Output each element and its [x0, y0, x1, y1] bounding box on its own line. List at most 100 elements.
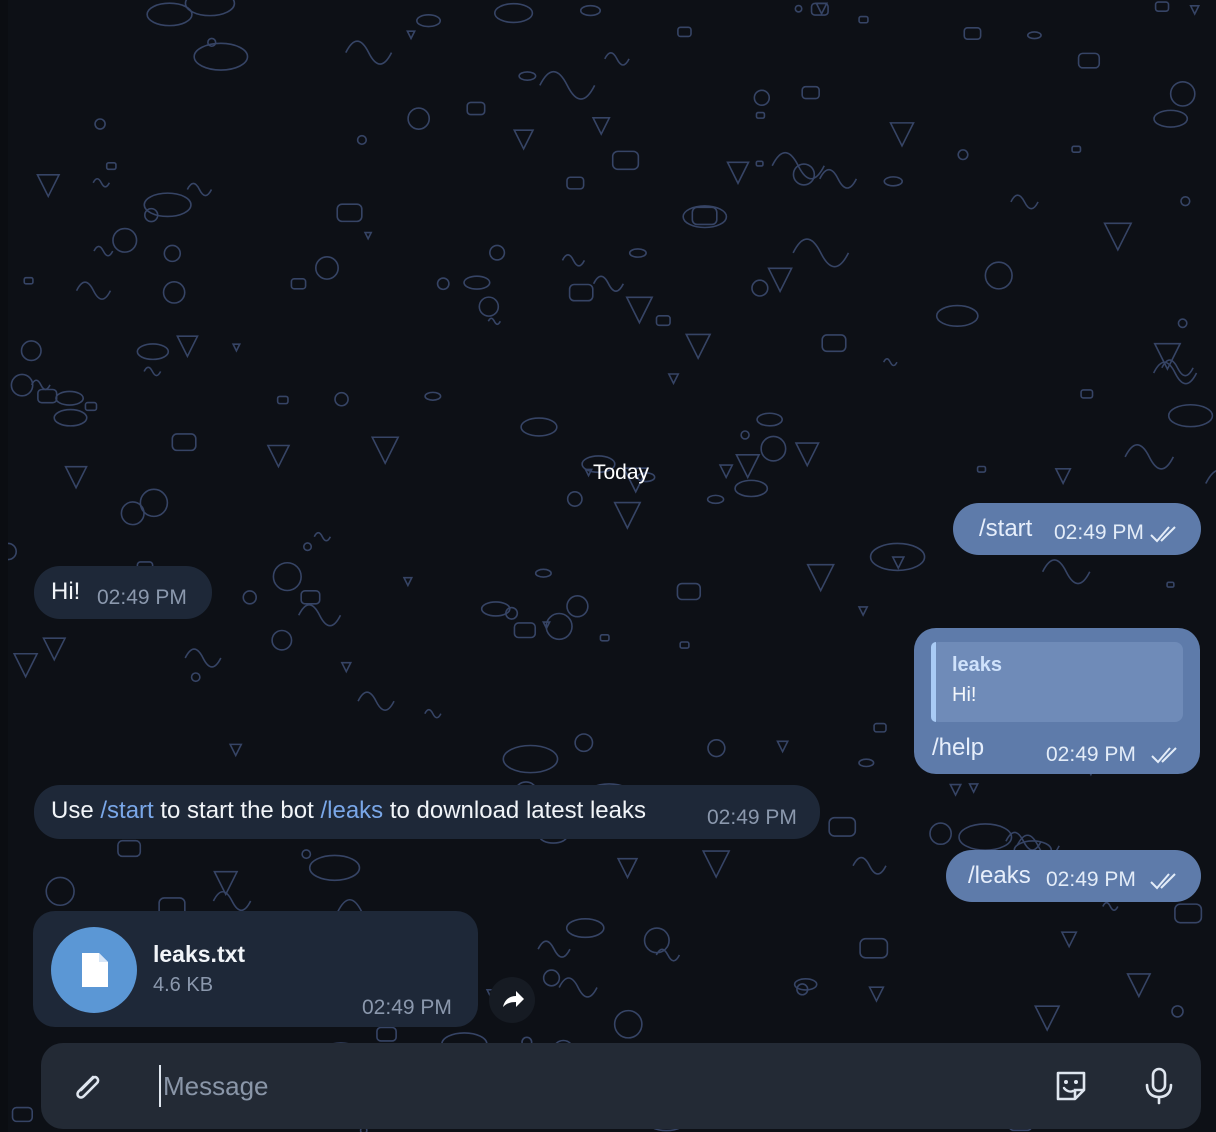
message-input[interactable] — [159, 1065, 1045, 1107]
doodle-shape — [424, 391, 442, 401]
incoming-file-message[interactable]: leaks.txt 4.6 KB 02:49 PM — [33, 911, 478, 1027]
doodle-shape — [655, 315, 671, 327]
doodle-shape — [968, 783, 980, 794]
message-text: /leaks — [968, 862, 1031, 889]
doodle-shape — [891, 556, 906, 570]
chat-background: Today /start 02:49 PM Hi! 02:49 PM leaks… — [8, 0, 1216, 1132]
document-icon — [82, 953, 108, 987]
doodle-shape — [819, 168, 858, 189]
read-checkmarks-icon — [1150, 873, 1176, 890]
doodle-shape — [42, 637, 67, 662]
reply-accent-bar — [931, 642, 936, 722]
doodle-shape — [36, 174, 61, 199]
command-link-leaks[interactable]: /leaks — [320, 797, 383, 824]
doodle-shape — [84, 401, 98, 412]
doodle-shape — [579, 4, 601, 17]
doodle-shape — [12, 652, 39, 679]
doodle-shape — [771, 151, 825, 180]
doodle-shape — [1126, 973, 1152, 999]
text-part: Use — [51, 797, 101, 824]
doodle-shape — [776, 740, 790, 754]
incoming-message[interactable]: Hi! 02:49 PM — [34, 566, 212, 619]
doodle-shape — [513, 622, 537, 639]
doodle-shape — [957, 149, 969, 161]
forward-button[interactable] — [489, 977, 535, 1023]
doodle-shape — [545, 612, 573, 641]
message-composer — [41, 1043, 1201, 1129]
doodle-shape — [1060, 931, 1078, 949]
reply-quote[interactable]: leaks Hi! — [931, 642, 1183, 722]
doodle-shape — [212, 890, 252, 912]
doodle-shape — [868, 986, 885, 1003]
doodle-shape — [873, 722, 887, 733]
doodle-shape — [684, 333, 712, 361]
doodle-shape — [424, 708, 442, 719]
message-text: /help — [932, 734, 985, 761]
file-download-button[interactable] — [51, 927, 137, 1013]
file-size: 4.6 KB — [153, 974, 214, 996]
attach-button[interactable] — [63, 1063, 109, 1109]
file-name[interactable]: leaks.txt — [153, 941, 245, 968]
outgoing-message[interactable]: /start 02:49 PM — [953, 503, 1201, 555]
incoming-message[interactable]: Use /start to start the bot /leaks to do… — [34, 785, 820, 839]
doodle-shape — [767, 267, 793, 294]
doodle-shape — [1080, 389, 1094, 399]
voice-record-button[interactable] — [1137, 1063, 1181, 1109]
doodle-shape — [882, 358, 898, 367]
doodle-shape — [146, 2, 193, 27]
doodle-shape — [566, 176, 585, 190]
doodle-shape — [1103, 222, 1133, 252]
doodle-shape — [271, 629, 293, 651]
doodle-shape — [487, 317, 502, 326]
doodle-shape — [357, 691, 395, 711]
doodle-shape — [193, 42, 249, 71]
microphone-icon — [1145, 1067, 1173, 1105]
doodle-shape — [1071, 145, 1082, 153]
message-time: 02:49 PM — [1046, 868, 1136, 891]
doodle-shape — [363, 231, 373, 241]
doodle-shape — [308, 854, 361, 882]
doodle-shape — [300, 590, 321, 605]
message-text: /start — [979, 515, 1033, 542]
doodle-shape — [592, 275, 625, 292]
doodle-shape — [984, 261, 1013, 290]
doodle-shape — [1041, 559, 1091, 585]
outgoing-reply-message[interactable]: leaks Hi! /help 02:49 PM — [914, 628, 1200, 774]
doodle-shape — [815, 2, 829, 16]
doodle-shape — [643, 927, 670, 954]
doodle-shape — [1153, 109, 1189, 128]
doodle-shape — [518, 71, 537, 81]
sticker-button[interactable] — [1049, 1064, 1093, 1108]
doodle-shape — [707, 738, 726, 758]
doodle-shape — [1180, 196, 1191, 207]
doodle-shape — [625, 296, 654, 325]
doodle-shape — [53, 408, 88, 427]
doodle-shape — [679, 641, 690, 649]
doodle-shape — [1174, 903, 1203, 924]
doodle-shape — [30, 379, 51, 391]
doodle-shape — [207, 37, 217, 48]
doodle-shape — [677, 26, 692, 38]
doodle-shape — [718, 464, 734, 480]
doodle-shape — [184, 648, 222, 668]
doodle-shape — [478, 296, 500, 317]
doodle-shape — [558, 977, 598, 998]
doodle-shape — [1026, 31, 1042, 40]
doodle-shape — [1102, 901, 1119, 911]
doodle-shape — [599, 634, 610, 642]
doodle-shape — [416, 14, 442, 28]
doodle-shape — [266, 444, 291, 469]
doodle-shape — [857, 606, 869, 617]
doodle-shape — [539, 70, 596, 100]
doodle-shape — [852, 856, 887, 875]
command-link-start[interactable]: /start — [100, 797, 153, 824]
doodle-shape — [112, 227, 138, 253]
message-time: 02:49 PM — [97, 586, 187, 609]
doodle-shape — [1124, 444, 1175, 470]
outgoing-message[interactable]: /leaks 02:49 PM — [946, 850, 1201, 902]
doodle-shape — [1167, 403, 1214, 428]
doodle-shape — [502, 744, 559, 774]
doodle-shape — [163, 244, 182, 263]
doodle-shape — [566, 595, 589, 618]
doodle-shape — [301, 849, 312, 860]
